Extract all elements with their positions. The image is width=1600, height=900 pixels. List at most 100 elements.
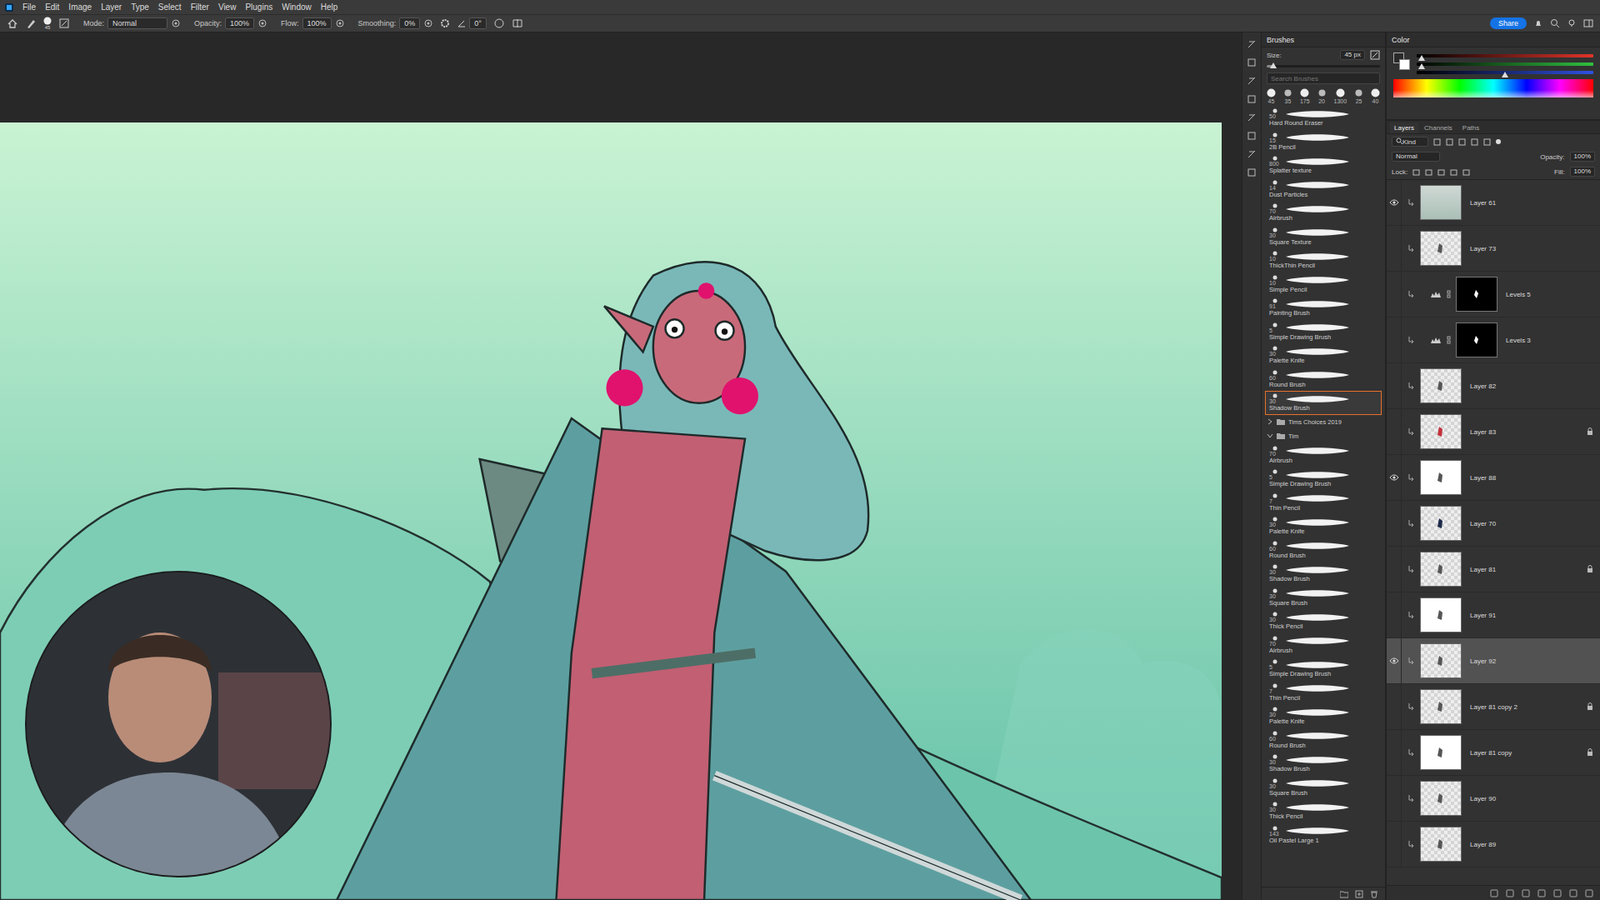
brush-item[interactable]: 60Round Brush <box>1265 538 1382 563</box>
option-field[interactable]: 100% <box>225 17 255 30</box>
layer-name[interactable]: Layer 88 <box>1470 474 1590 482</box>
libraries-icon[interactable] <box>1246 167 1257 178</box>
discover-icon[interactable] <box>1566 18 1577 29</box>
visibility-toggle[interactable] <box>1386 775 1402 822</box>
visibility-toggle[interactable] <box>1386 500 1402 547</box>
layer-row[interactable]: Layer 92 <box>1386 638 1600 685</box>
layer-row[interactable]: Layer 81 copy <box>1386 730 1600 776</box>
layer-row[interactable]: Layer 81 <box>1386 546 1600 593</box>
panel-tab[interactable]: Paths <box>1458 122 1484 134</box>
kind-filter[interactable]: Kind <box>1391 136 1429 147</box>
brush-preset[interactable]: 1300 <box>1334 88 1348 105</box>
brush-preset[interactable]: 35 <box>1283 88 1293 105</box>
pixel-filter-icon[interactable] <box>1433 138 1441 146</box>
adjustment-layer-icon[interactable] <box>1537 889 1546 898</box>
layer-name[interactable]: Layer 91 <box>1470 611 1590 620</box>
mode-dropdown[interactable]: Normal <box>107 17 168 30</box>
brush-item[interactable]: 91Painting Brush <box>1265 295 1382 320</box>
color-slider[interactable] <box>1416 54 1594 58</box>
background-swatch[interactable] <box>1399 59 1410 70</box>
info-icon[interactable] <box>1246 75 1257 86</box>
app-logo-icon[interactable] <box>5 3 14 12</box>
color-slider[interactable] <box>1416 62 1594 66</box>
brush-item[interactable]: 800Splatter texture <box>1265 153 1382 178</box>
layer-row[interactable]: Layer 73 <box>1386 225 1600 272</box>
trash-icon[interactable] <box>1585 889 1594 898</box>
layer-name[interactable]: Layer 73 <box>1470 245 1590 253</box>
layer-name[interactable]: Layer 81 copy 2 <box>1470 703 1584 711</box>
option-field[interactable]: 100% <box>302 17 332 30</box>
menu-item[interactable]: Filter <box>190 2 210 12</box>
fx-icon[interactable] <box>1505 889 1515 898</box>
panel-tab[interactable]: Layers <box>1390 122 1419 134</box>
brush-item[interactable]: 60Round Brush <box>1265 367 1382 392</box>
type-filter-icon[interactable] <box>1458 138 1466 146</box>
new-brush-icon[interactable] <box>1370 50 1380 60</box>
layer-name[interactable]: Layer 89 <box>1470 840 1590 849</box>
share-button[interactable]: Share <box>1490 17 1527 30</box>
pressure-icon[interactable] <box>170 18 181 29</box>
panel-tab[interactable]: Channels <box>1420 122 1457 134</box>
gear-icon[interactable] <box>440 18 450 29</box>
opacity-field[interactable]: 100% <box>1570 151 1595 162</box>
layer-row[interactable]: Layer 82 <box>1386 363 1600 410</box>
collapsed-chevron-icon[interactable] <box>1266 418 1274 425</box>
color-slider[interactable] <box>1416 70 1594 75</box>
new-group-icon[interactable] <box>1340 890 1349 899</box>
new-layer-icon[interactable] <box>1569 889 1578 898</box>
menu-item[interactable]: Image <box>68 2 92 12</box>
brush-item[interactable]: 70Airbrush <box>1265 633 1382 658</box>
brush-item[interactable]: 14Dust Particles <box>1265 177 1382 202</box>
brush-search[interactable] <box>1266 72 1380 85</box>
brush-item[interactable]: 30Square Texture <box>1265 225 1382 250</box>
visibility-toggle[interactable] <box>1386 363 1402 410</box>
layer-row[interactable]: Levels 5 <box>1386 271 1600 318</box>
layer-name[interactable]: Layer 70 <box>1470 520 1590 528</box>
size-slider-thumb[interactable] <box>1270 62 1277 69</box>
visibility-toggle[interactable] <box>1386 684 1402 730</box>
brush-item[interactable]: 5Simple Drawing Brush <box>1265 656 1382 681</box>
brush-preset[interactable]: 40 <box>1370 88 1380 105</box>
lock-transparent-icon[interactable] <box>1412 168 1420 176</box>
brush-size-picker[interactable]: 45 <box>43 16 52 30</box>
layer-row[interactable]: Layer 83 <box>1386 409 1600 455</box>
brush-preset[interactable]: 45 <box>1266 88 1276 105</box>
menu-item[interactable]: Edit <box>45 2 60 12</box>
color-slider-thumb[interactable] <box>1501 71 1509 78</box>
brush-item[interactable]: 30Palette Knife <box>1265 514 1382 539</box>
properties-icon[interactable] <box>1246 149 1257 160</box>
angle-icon[interactable] <box>456 18 467 29</box>
brush-item[interactable]: 50Hard Round Eraser <box>1265 105 1382 130</box>
menu-item[interactable]: View <box>218 2 237 12</box>
brush-item[interactable]: 10ThickThin Pencil <box>1265 248 1382 273</box>
layer-row[interactable]: Layer 91 <box>1386 592 1600 639</box>
brush-item[interactable]: 30Palette Knife <box>1265 704 1382 729</box>
shape-filter-icon[interactable] <box>1470 138 1479 146</box>
brush-item[interactable]: 5Simple Drawing Brush <box>1265 466 1382 491</box>
brush-item[interactable]: 30Shadow Brush <box>1265 561 1382 586</box>
lock-all-icon[interactable] <box>1462 168 1470 176</box>
menu-item[interactable]: Select <box>158 2 182 12</box>
clone-icon[interactable] <box>1246 112 1257 123</box>
menu-item[interactable]: Window <box>281 2 312 12</box>
workspace-icon[interactable] <box>1583 18 1594 29</box>
tool-presets-icon[interactable] <box>1246 130 1257 141</box>
pressure-icon[interactable] <box>423 18 434 29</box>
brush-item[interactable]: 10Simple Pencil <box>1265 272 1382 297</box>
brush-preset[interactable]: 175 <box>1300 88 1310 105</box>
brush-item[interactable]: 7Thin Pencil <box>1265 680 1382 705</box>
layer-name[interactable]: Layer 92 <box>1470 657 1590 665</box>
option-field[interactable]: 0% <box>399 17 420 30</box>
brush-item[interactable]: 30Thick Pencil <box>1265 799 1382 824</box>
visibility-toggle[interactable] <box>1386 455 1402 501</box>
symmetry-icon[interactable] <box>511 17 524 30</box>
layer-row[interactable]: Levels 3 <box>1386 317 1600 364</box>
visibility-toggle[interactable] <box>1386 317 1402 364</box>
bell-icon[interactable] <box>1533 18 1544 29</box>
size-field[interactable]: 45 px <box>1340 50 1365 60</box>
panel-title[interactable]: Brushes <box>1266 35 1295 45</box>
brush-item[interactable]: 70Airbrush <box>1265 200 1382 225</box>
fill-field[interactable]: 100% <box>1570 166 1595 177</box>
trash-icon[interactable] <box>1370 890 1379 899</box>
brush-preset[interactable]: 25 <box>1354 88 1364 105</box>
